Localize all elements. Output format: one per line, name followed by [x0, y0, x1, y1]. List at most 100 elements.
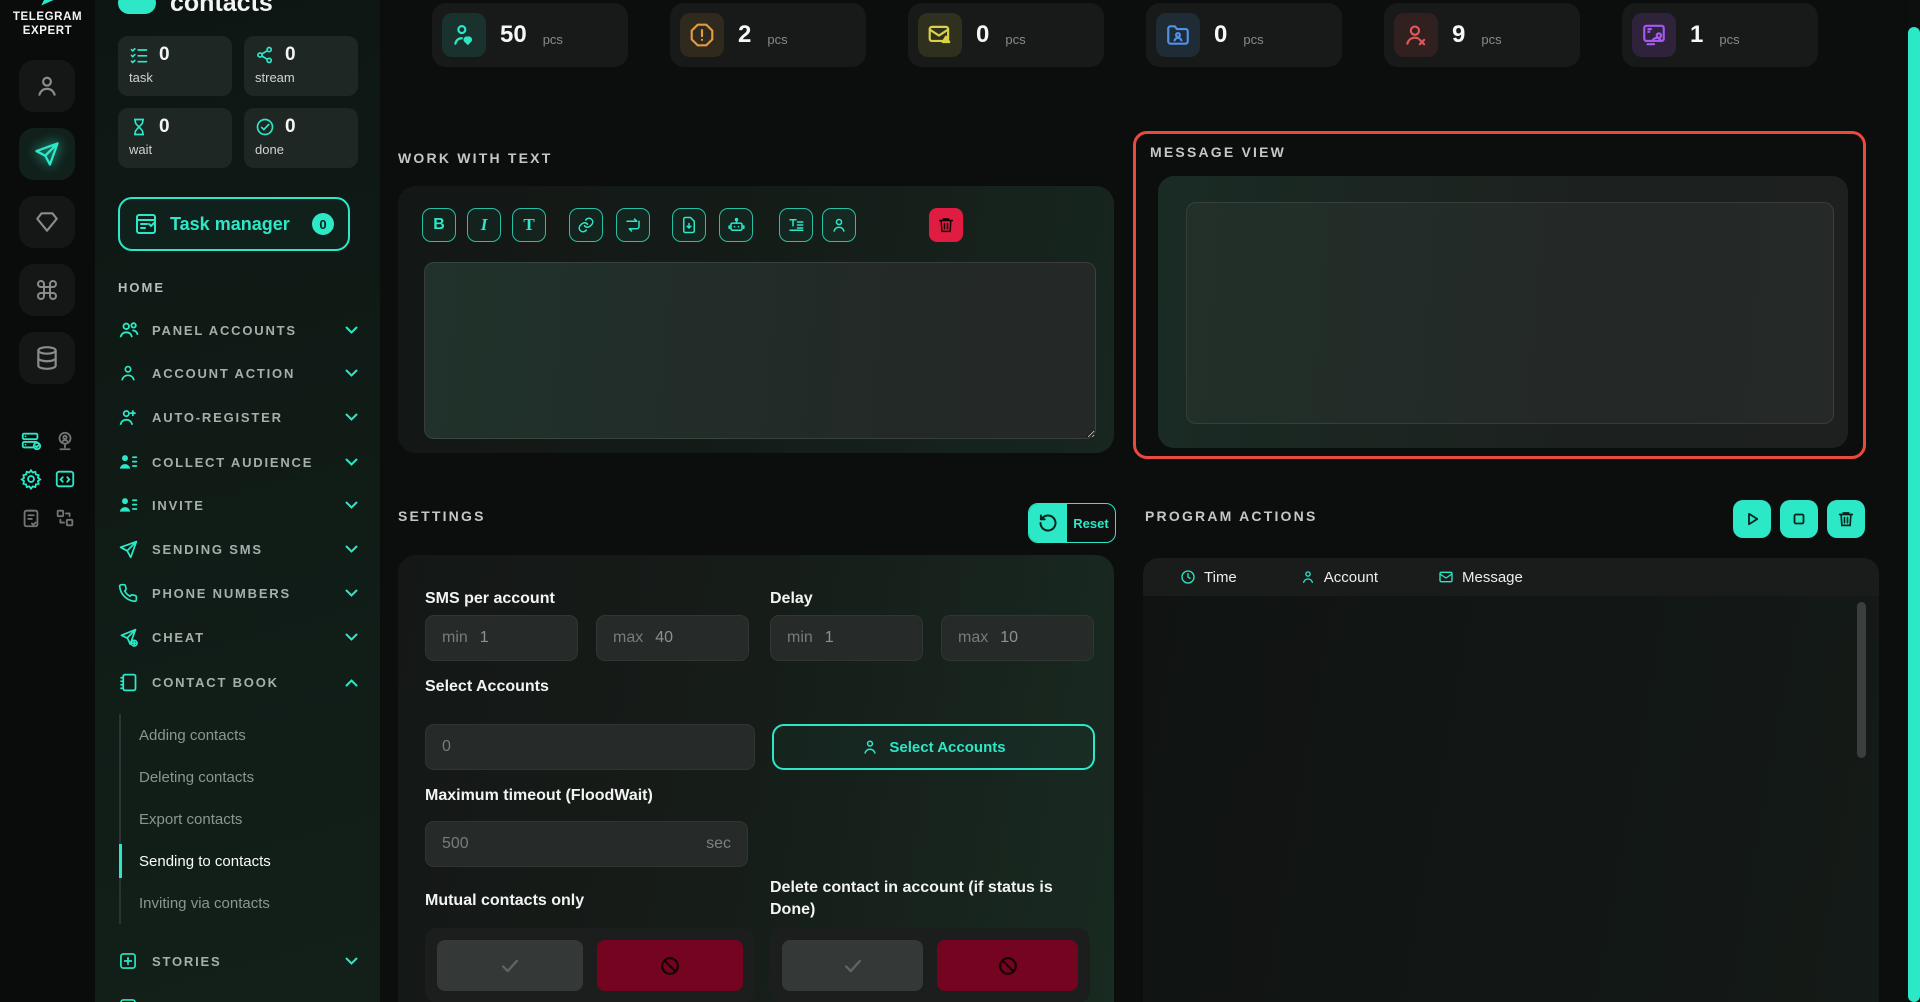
sidebar-item-contact-book[interactable]: CONTACT BOOK — [118, 667, 358, 697]
person-cam-icon[interactable] — [54, 430, 76, 452]
person-list-icon — [118, 495, 140, 516]
clipboard-check-icon[interactable] — [20, 507, 42, 529]
stop-button[interactable] — [1780, 500, 1818, 538]
sidebar-item-home[interactable]: HOME — [118, 280, 165, 295]
clear-actions-button[interactable] — [1827, 500, 1865, 538]
task-manager-button[interactable]: Task manager 0 — [118, 197, 350, 251]
block-option[interactable] — [597, 940, 743, 991]
sidebar-item-phone-numbers[interactable]: PHONE NUMBERS — [118, 578, 358, 608]
rail-commands-button[interactable] — [19, 264, 75, 316]
sidebar-item-auto-register[interactable]: AUTO-REGISTER — [118, 402, 358, 432]
bold-button[interactable]: B — [422, 208, 456, 242]
mutual-contacts-toggle — [425, 928, 755, 1002]
phone-icon — [118, 583, 140, 603]
server-check-icon[interactable] — [20, 430, 42, 452]
sidebar-item-invite[interactable]: INVITE — [118, 490, 358, 520]
file-download-icon — [680, 216, 698, 234]
column-account[interactable]: Account — [1300, 569, 1378, 586]
person-list-icon — [118, 452, 140, 473]
selected-accounts-count-input[interactable]: 0 — [425, 724, 755, 770]
check-icon — [842, 955, 864, 977]
icon-rail: TELEGRAM EXPERT — [0, 0, 95, 1002]
rail-database-button[interactable] — [19, 332, 75, 384]
stat-tile-done: 0 done — [244, 108, 358, 168]
sidebar-item-cheat[interactable]: CHEAT — [118, 622, 358, 652]
spin-syntax-button[interactable] — [616, 208, 650, 242]
task-manager-icon — [134, 212, 158, 236]
card-contacts-loaded: 50 pcs — [432, 3, 628, 67]
work-with-text-panel: B I T — [398, 186, 1114, 453]
sms-min-input[interactable]: min1 — [425, 615, 578, 661]
message-view-title: MESSAGE VIEW — [1150, 144, 1286, 160]
sidebar-item-cutoff[interactable] — [118, 992, 358, 1002]
mutual-contacts-label: Mutual contacts only — [425, 892, 584, 910]
insert-file-button[interactable] — [672, 208, 706, 242]
reset-button[interactable]: Reset — [1028, 503, 1116, 543]
submenu-item-export-contacts[interactable]: Export contacts — [121, 798, 369, 840]
gear-icon[interactable] — [20, 468, 42, 490]
sidebar-item-account-action[interactable]: ACCOUNT ACTION — [118, 358, 358, 388]
person-plus-icon — [118, 407, 140, 428]
people-icon — [118, 319, 140, 341]
person-icon — [1300, 569, 1316, 585]
chevron-down-icon — [345, 957, 358, 966]
work-with-text-title: WORK WITH TEXT — [398, 150, 552, 166]
person-icon — [118, 363, 140, 383]
sidebar-item-panel-accounts[interactable]: PANEL ACCOUNTS — [118, 315, 358, 345]
text-style-button[interactable]: T — [512, 208, 546, 242]
text-lines-icon — [787, 216, 805, 234]
chevron-down-icon — [345, 326, 358, 335]
telegram-logo-icon — [37, 0, 59, 10]
timeout-input[interactable]: 500 sec — [425, 821, 748, 867]
table-scrollbar[interactable] — [1857, 602, 1866, 758]
rail-send-button[interactable] — [19, 128, 75, 180]
card-sessions: 1 pcs — [1622, 3, 1818, 67]
mention-button[interactable] — [822, 208, 856, 242]
sidebar-item-collect-audience[interactable]: COLLECT AUDIENCE — [118, 447, 358, 477]
rail-premium-button[interactable] — [19, 196, 75, 248]
submenu-item-inviting-via-contacts[interactable]: Inviting via contacts — [121, 882, 369, 924]
sidebar-item-stories[interactable]: STORIES — [118, 946, 358, 976]
wait-hourglass-icon — [129, 117, 149, 137]
person-heart-icon — [442, 13, 486, 57]
delay-min-input[interactable]: min1 — [770, 615, 923, 661]
text-template-button[interactable] — [779, 208, 813, 242]
bot-text-button[interactable] — [719, 208, 753, 242]
link-button[interactable] — [569, 208, 603, 242]
page-title-partial: contacts — [118, 0, 273, 18]
check-option[interactable] — [437, 940, 583, 991]
column-message[interactable]: Message — [1438, 569, 1523, 586]
stream-share-icon — [255, 45, 275, 65]
clear-text-button[interactable] — [929, 208, 963, 242]
alert-octagon-icon — [680, 13, 724, 57]
select-accounts-button[interactable]: Select Accounts — [772, 724, 1095, 770]
block-option[interactable] — [937, 940, 1078, 991]
code-window-icon[interactable] — [54, 468, 76, 490]
task-checklist-icon — [129, 45, 149, 65]
swap-icon[interactable] — [54, 507, 76, 529]
page-scrollbar-thumb[interactable] — [1908, 27, 1920, 1002]
column-time[interactable]: Time — [1180, 569, 1237, 586]
card-archived: 0 pcs — [1146, 3, 1342, 67]
folder-person-icon — [1156, 13, 1200, 57]
card-errors: 2 pcs — [670, 3, 866, 67]
check-option[interactable] — [782, 940, 923, 991]
rail-accounts-button[interactable] — [19, 60, 75, 112]
report-icon — [118, 997, 140, 1002]
program-actions-title: PROGRAM ACTIONS — [1145, 508, 1317, 524]
select-accounts-label: Select Accounts — [425, 678, 549, 696]
submenu-item-adding-contacts[interactable]: Adding contacts — [121, 714, 369, 756]
submenu-item-deleting-contacts[interactable]: Deleting contacts — [121, 756, 369, 798]
diamond-icon — [34, 209, 60, 235]
submenu-item-sending-to-contacts[interactable]: Sending to contacts — [121, 840, 369, 882]
sms-max-input[interactable]: max40 — [596, 615, 749, 661]
delay-max-input[interactable]: max10 — [941, 615, 1094, 661]
italic-button[interactable]: I — [467, 208, 501, 242]
database-icon — [34, 345, 60, 371]
stop-icon — [1790, 510, 1808, 528]
sidebar-item-sending-sms[interactable]: SENDING SMS — [118, 534, 358, 564]
start-button[interactable] — [1733, 500, 1771, 538]
robot-icon — [727, 216, 746, 235]
message-text-input[interactable] — [424, 262, 1096, 439]
title-highlight-pill — [118, 0, 156, 14]
